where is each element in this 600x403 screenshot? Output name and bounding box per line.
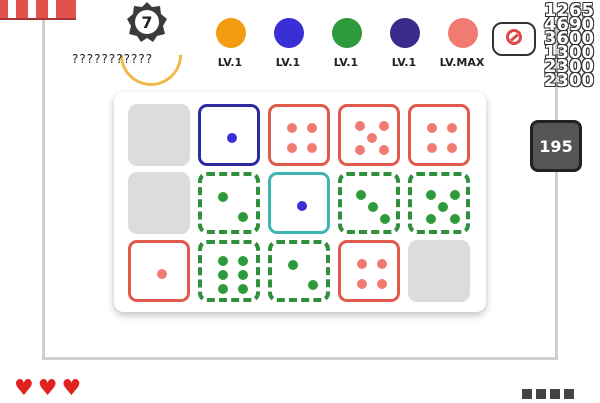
dice-pip — [218, 192, 228, 202]
dice-pip — [218, 284, 228, 294]
blue-dot-dice-icon — [274, 18, 304, 48]
dice-pip — [355, 145, 365, 155]
dice-pip — [238, 256, 248, 266]
green-wind-dice-icon — [332, 18, 362, 48]
sp-number: 2300 — [543, 70, 594, 91]
dice-pip — [308, 280, 318, 290]
deck-slot[interactable]: LV.1 — [376, 16, 432, 74]
dice-pip — [157, 269, 167, 279]
purple-wind-dice-icon — [390, 18, 420, 48]
deck-slot[interactable]: LV.MAX — [434, 16, 490, 74]
deck-slot[interactable]: LV.1 — [202, 16, 258, 74]
dice-pip — [379, 121, 389, 131]
player-level-badge: 7 — [125, 0, 169, 44]
dice-pip — [379, 145, 389, 155]
dice-deck: LV.1 LV.1 LV.1 LV.1 LV.MAX — [202, 16, 502, 74]
empty-board-slot — [128, 104, 190, 166]
dice-pip — [450, 214, 460, 224]
deck-level-label: LV.1 — [275, 56, 301, 69]
dice-pip — [450, 190, 460, 200]
deck-level-label: LV.1 — [217, 56, 243, 69]
deck-level-label: LV.MAX — [439, 56, 485, 69]
fire-dice-icon — [216, 18, 246, 48]
red-dice[interactable] — [338, 104, 400, 166]
dice-pip — [238, 270, 248, 280]
player-level: 7 — [141, 13, 152, 32]
heart-icon: ♥ — [14, 376, 34, 401]
empty-board-slot — [128, 172, 190, 234]
dice-pip — [367, 133, 377, 143]
dice-pip — [447, 143, 457, 153]
dice-pip — [307, 123, 317, 133]
dice-pip — [427, 143, 437, 153]
dice-pip — [426, 214, 436, 224]
dice-pip — [238, 284, 248, 294]
dice-pip — [287, 123, 297, 133]
dice-pip — [377, 279, 387, 289]
dice-pip — [297, 201, 307, 211]
deck-slot[interactable]: LV.1 — [260, 16, 316, 74]
red-dot-dice-icon — [448, 18, 478, 48]
red-dice[interactable] — [268, 104, 330, 166]
heart-icon: ♥ — [37, 376, 58, 401]
dice-pip — [380, 214, 390, 224]
heart-icon: ♥ — [61, 376, 82, 401]
dice-pip — [426, 190, 436, 200]
dice-pip — [218, 256, 228, 266]
dice-pip — [218, 270, 228, 280]
dice-pip — [357, 259, 367, 269]
summon-dice-button[interactable]: 195 — [530, 120, 582, 172]
summon-cost: 195 — [539, 137, 573, 156]
dice-pip — [307, 143, 317, 153]
dice-pip — [357, 279, 367, 289]
blue-dice[interactable] — [198, 104, 260, 166]
green-dice[interactable] — [268, 240, 330, 302]
red-dice[interactable] — [128, 240, 190, 302]
deck-level-label: LV.1 — [391, 56, 417, 69]
deck-level-label: LV.1 — [333, 56, 359, 69]
enemy-path-flag — [0, 0, 76, 20]
dice-pip — [355, 121, 365, 131]
dice-pip — [356, 190, 366, 200]
dice-pip — [368, 202, 378, 212]
lives: ♥ ♥ ♥ — [14, 378, 85, 400]
dice-pip — [438, 202, 448, 212]
gear-badge-icon: 7 — [127, 2, 167, 42]
dice-pip — [377, 259, 387, 269]
red-dice[interactable] — [338, 240, 400, 302]
deck-slot[interactable]: LV.1 — [318, 16, 374, 74]
dice-pip — [447, 123, 457, 133]
green-dice[interactable] — [408, 172, 470, 234]
green-dice[interactable] — [198, 240, 260, 302]
green-dice[interactable] — [198, 172, 260, 234]
block-icon — [506, 29, 522, 45]
empty-board-slot — [408, 240, 470, 302]
teal-dice[interactable] — [268, 172, 330, 234]
sp-popup-stack: 1265 4690 3600 1300 2300 2300 — [528, 0, 600, 104]
red-dice[interactable] — [408, 104, 470, 166]
dice-board — [114, 92, 486, 312]
dice-pip — [288, 260, 298, 270]
dice-pip — [427, 123, 437, 133]
player-name: ??????????? — [72, 52, 154, 66]
dice-pip — [238, 212, 248, 222]
green-dice[interactable] — [338, 172, 400, 234]
dice-pip — [227, 133, 237, 143]
dice-pip — [287, 143, 297, 153]
menu-button[interactable] — [522, 384, 586, 399]
